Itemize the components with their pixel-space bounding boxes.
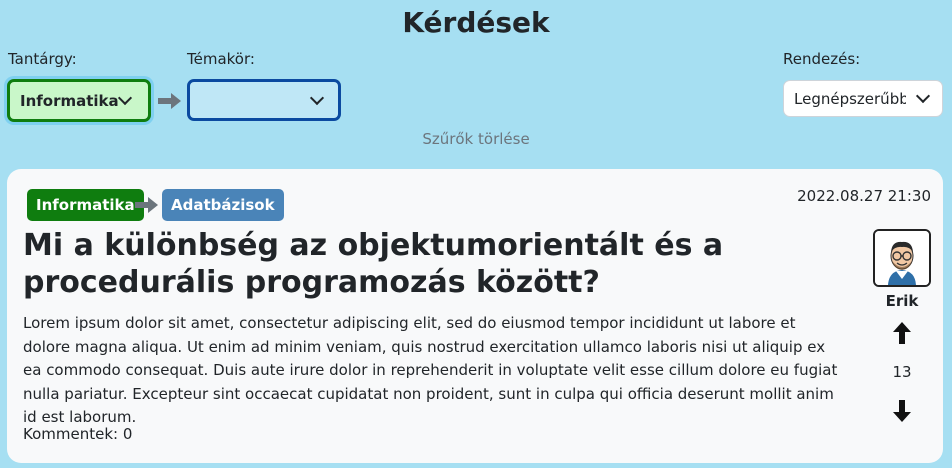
question-body: Lorem ipsum dolor sit amet, consectetur … <box>23 314 838 426</box>
topic-badge[interactable]: Adatbázisok <box>162 189 284 221</box>
sort-select[interactable]: Legnépszerűbb <box>783 80 943 117</box>
sort-select-value: Legnépszerűbb <box>794 89 906 108</box>
chevron-down-icon <box>309 90 325 105</box>
arrow-right-icon <box>158 93 181 109</box>
vote-score: 13 <box>892 363 912 381</box>
page-title: Kérdések <box>402 6 550 39</box>
arrow-right-icon <box>135 197 158 213</box>
question-card[interactable]: Informatika Adatbázisok 2022.08.27 21:30… <box>7 169 943 463</box>
downvote-arrow-icon[interactable] <box>891 399 913 423</box>
comments-count[interactable]: Kommentek: 0 <box>23 425 132 443</box>
topic-label: Témakör: <box>187 50 255 68</box>
topic-select[interactable] <box>187 79 341 121</box>
chevron-down-icon <box>915 88 931 104</box>
sort-label: Rendezés: <box>783 50 861 68</box>
question-title[interactable]: Mi a különbség az objektumorientált és a… <box>23 227 843 301</box>
subject-select[interactable]: Informatika <box>7 79 151 122</box>
subject-badge[interactable]: Informatika <box>27 189 144 221</box>
author-name[interactable]: Erik <box>873 292 931 310</box>
avatar-image <box>875 231 929 285</box>
subject-select-value: Informatika <box>20 91 119 110</box>
avatar[interactable] <box>873 229 931 287</box>
subject-label: Tantárgy: <box>8 50 77 68</box>
chevron-down-icon <box>117 90 133 106</box>
clear-filters-button[interactable]: Szűrők törlése <box>0 130 952 148</box>
upvote-arrow-icon[interactable] <box>891 321 913 345</box>
question-date: 2022.08.27 21:30 <box>797 187 931 205</box>
